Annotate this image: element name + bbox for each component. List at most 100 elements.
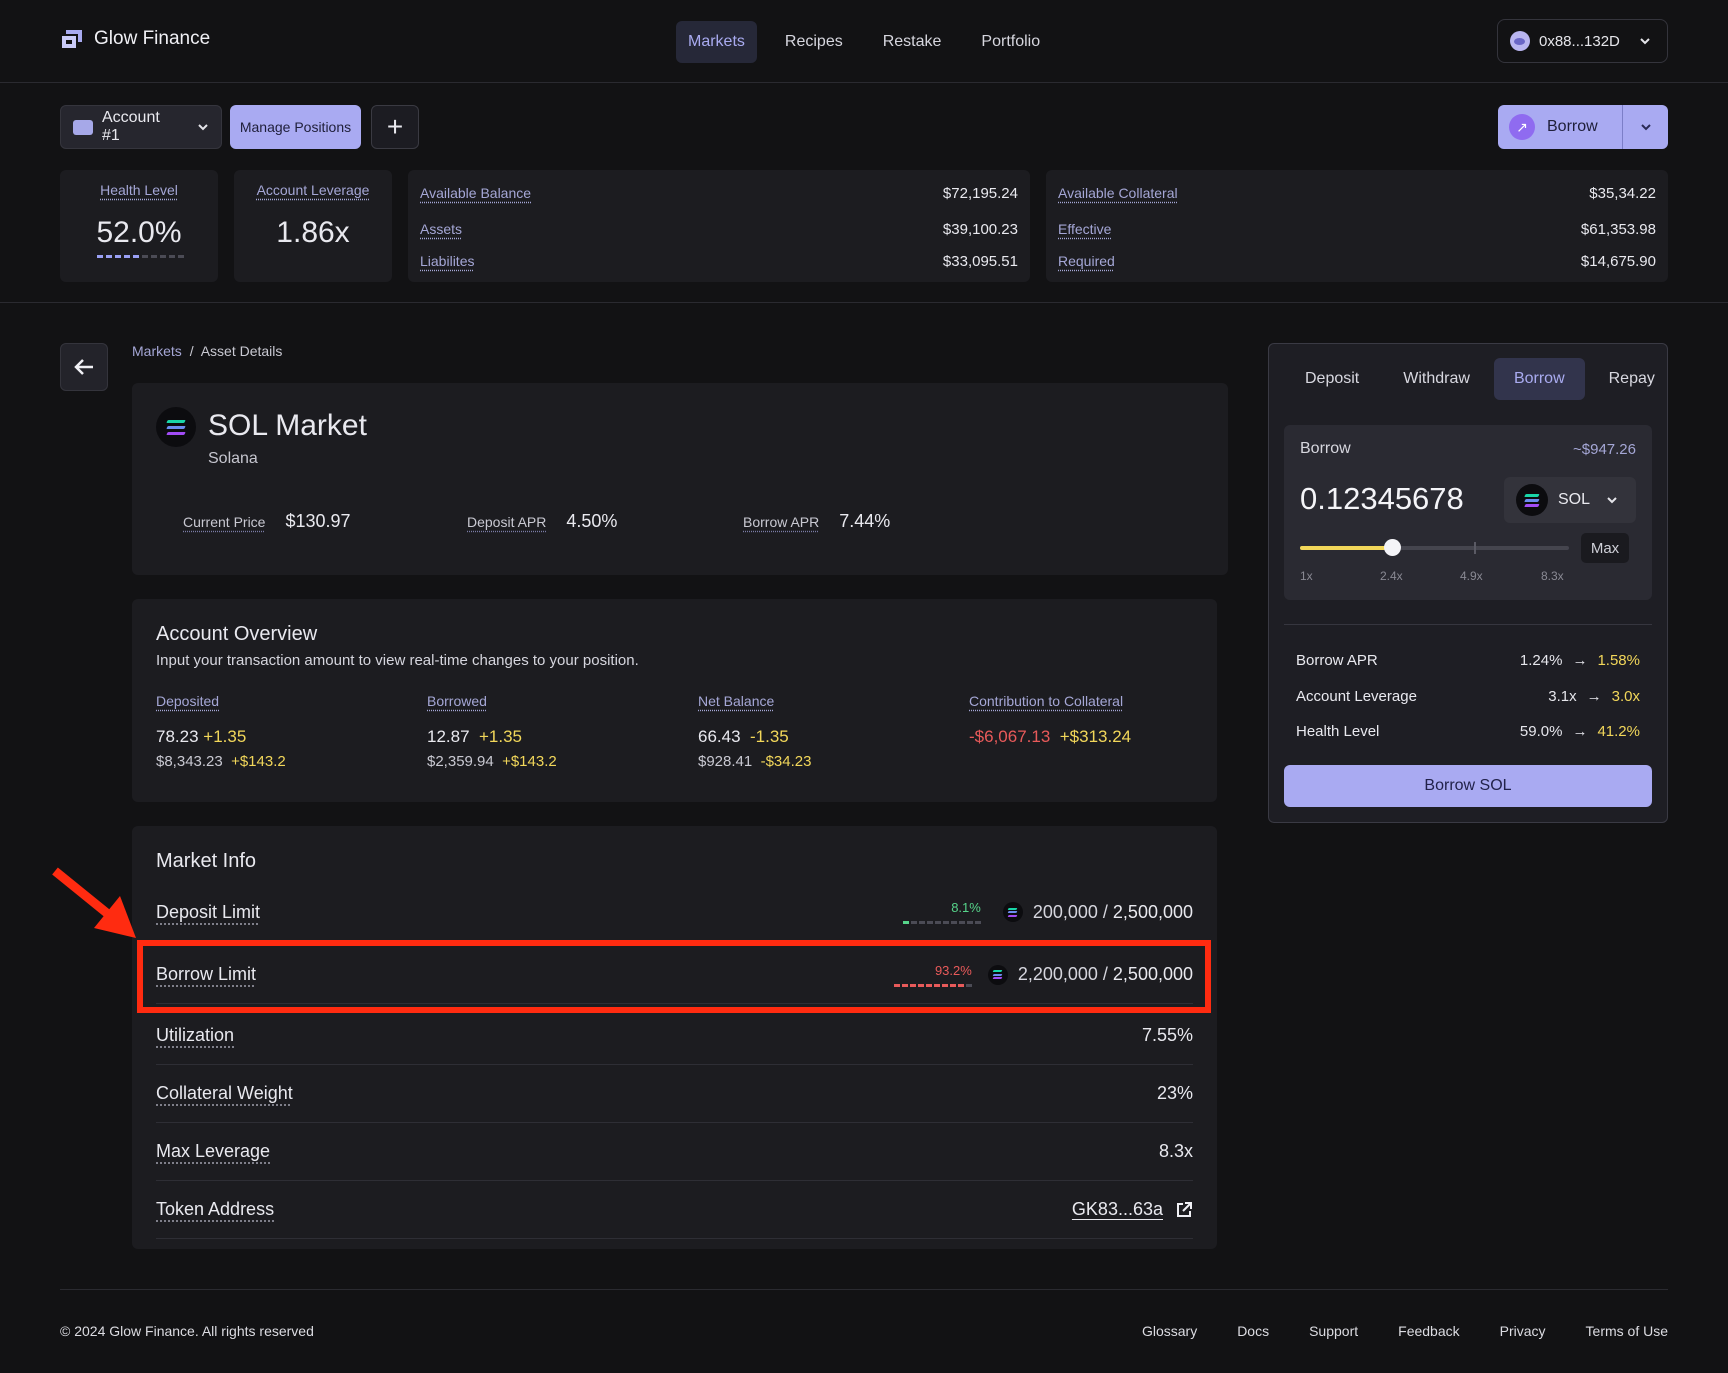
back-button[interactable] [60, 343, 108, 391]
effective-value: $61,353.98 [1580, 221, 1656, 238]
borrow-action-dropdown[interactable] [1623, 123, 1668, 131]
borrow-input-box: Borrow ~$947.26 0.12345678 SOL Max 1x 2.… [1284, 425, 1652, 600]
collateral-weight-value: 23% [1156, 1083, 1193, 1103]
current-price: Current Price $130.97 [183, 511, 351, 532]
meter-segment [910, 921, 917, 924]
account-selector[interactable]: Account #1 [60, 105, 222, 149]
borrow-action-button[interactable]: ↗ Borrow [1498, 105, 1668, 149]
footer-link-docs[interactable]: Docs [1237, 1323, 1269, 1339]
borrow-input-label: Borrow [1300, 440, 1351, 457]
net-balance-label[interactable]: Net Balance [698, 693, 811, 709]
overview-net-balance: Net Balance 66.43 -1.35 $928.41 -$34.23 [698, 693, 811, 770]
arrow-right-icon: → [1572, 723, 1588, 740]
contribution-delta: +$313.24 [1059, 727, 1132, 746]
summary-account-leverage-label: Account Leverage [1296, 688, 1417, 705]
health-level-label[interactable]: Health Level [60, 182, 218, 198]
meter-segment [934, 921, 941, 924]
leverage-slider-handle[interactable] [1384, 539, 1401, 556]
chevron-down-icon [198, 124, 208, 131]
borrow-apr-value: 7.44% [839, 511, 891, 531]
account-leverage-label[interactable]: Account Leverage [234, 182, 392, 198]
external-link-icon[interactable] [1175, 1201, 1193, 1219]
leverage-slider[interactable] [1300, 539, 1569, 556]
plus-icon: + [386, 111, 404, 142]
deposited-label[interactable]: Deposited [156, 693, 286, 709]
borrow-apr-label[interactable]: Borrow APR [743, 514, 819, 530]
token-selector[interactable]: SOL [1504, 477, 1636, 523]
account-overview-card: Account Overview Input your transaction … [132, 599, 1217, 802]
meter-segment [142, 255, 148, 258]
tab-borrow[interactable]: Borrow [1493, 358, 1585, 400]
deposit-apr: Deposit APR 4.50% [467, 511, 617, 532]
breadcrumb-current: Asset Details [200, 343, 283, 359]
deposit-limit-label[interactable]: Deposit Limit [156, 902, 260, 923]
overview-deposited: Deposited 78.23 +1.35 $8,343.23 +$143.2 [156, 693, 286, 770]
tab-repay[interactable]: Repay [1589, 358, 1675, 400]
current-price-label[interactable]: Current Price [183, 514, 265, 530]
tab-withdraw[interactable]: Withdraw [1383, 358, 1490, 400]
liabilities-label[interactable]: Liabilites [420, 253, 474, 270]
chevron-down-icon [1640, 38, 1650, 45]
token-address-label[interactable]: Token Address [156, 1199, 274, 1220]
overview-description: Input your transaction amount to view re… [156, 652, 639, 669]
meter-segment [133, 255, 139, 258]
health-level-card: Health Level 52.0% [60, 170, 218, 282]
net-balance-amount: 66.43 [698, 727, 741, 746]
effective-label[interactable]: Effective [1058, 221, 1111, 238]
deposit-limit-separator: / [1097, 901, 1113, 922]
borrow-amount-input[interactable]: 0.12345678 [1300, 481, 1464, 517]
overview-title: Account Overview [156, 623, 318, 645]
utilization-label[interactable]: Utilization [156, 1025, 234, 1046]
required-label[interactable]: Required [1058, 253, 1115, 270]
arrow-right-icon: → [1586, 688, 1602, 705]
manage-positions-button[interactable]: Manage Positions [230, 105, 361, 149]
collateral-weight-label[interactable]: Collateral Weight [156, 1083, 293, 1104]
max-leverage-label[interactable]: Max Leverage [156, 1141, 270, 1162]
footer-link-terms[interactable]: Terms of Use [1586, 1323, 1668, 1339]
assets-label[interactable]: Assets [420, 221, 462, 238]
highlight-box [137, 940, 1211, 1013]
divider [0, 302, 1728, 303]
footer-link-glossary[interactable]: Glossary [1142, 1323, 1197, 1339]
deposited-usd-delta: +$143.2 [231, 753, 286, 770]
deposit-apr-label[interactable]: Deposit APR [467, 514, 546, 530]
footer-link-support[interactable]: Support [1309, 1323, 1358, 1339]
max-button[interactable]: Max [1581, 533, 1629, 563]
token-address-link[interactable]: GK83...63a [1072, 1199, 1163, 1220]
health-level-value: 52.0% [96, 216, 182, 249]
nav-recipes[interactable]: Recipes [773, 21, 855, 63]
wallet-button[interactable]: 0x88...132D [1497, 19, 1668, 63]
footer-link-privacy[interactable]: Privacy [1500, 1323, 1546, 1339]
summary-account-leverage-to: 3.0x [1611, 688, 1640, 705]
market-info-title: Market Info [156, 850, 257, 872]
add-account-button[interactable]: + [371, 105, 419, 149]
borrow-sol-button[interactable]: Borrow SOL [1284, 765, 1652, 807]
slider-tick [1474, 542, 1476, 554]
summary-account-leverage: Account Leverage 3.1x → 3.0x [1296, 688, 1640, 705]
available-balance-label[interactable]: Available Balance [420, 185, 531, 202]
brand[interactable]: Glow Finance [60, 28, 210, 50]
borrowed-delta: +1.35 [479, 727, 523, 746]
chevron-down-icon [1607, 497, 1617, 504]
borrowed-amount: 12.87 [427, 727, 470, 746]
red-arrow-icon [52, 867, 136, 938]
tab-deposit[interactable]: Deposit [1285, 358, 1379, 400]
borrowed-label[interactable]: Borrowed [427, 693, 557, 709]
nav-restake[interactable]: Restake [871, 21, 954, 63]
available-collateral-label[interactable]: Available Collateral [1058, 185, 1178, 202]
token-address-row: Token Address GK83...63a [156, 1181, 1193, 1239]
utilization-value: 7.55% [1141, 1025, 1193, 1045]
footer-link-feedback[interactable]: Feedback [1398, 1323, 1459, 1339]
summary-borrow-apr-to: 1.58% [1597, 652, 1640, 669]
net-balance-delta: -1.35 [750, 727, 789, 746]
contribution-label[interactable]: Contribution to Collateral [969, 693, 1131, 709]
meter-segment [926, 921, 933, 924]
deposit-apr-value: 4.50% [566, 511, 618, 531]
assets-value: $39,100.23 [942, 221, 1018, 238]
market-title: SOL Market [208, 409, 367, 442]
nav-portfolio[interactable]: Portfolio [969, 21, 1052, 63]
breadcrumb-markets[interactable]: Markets [132, 343, 182, 359]
meter-segment [974, 921, 981, 924]
borrow-apr: Borrow APR 7.44% [743, 511, 890, 532]
nav-markets[interactable]: Markets [676, 21, 757, 63]
